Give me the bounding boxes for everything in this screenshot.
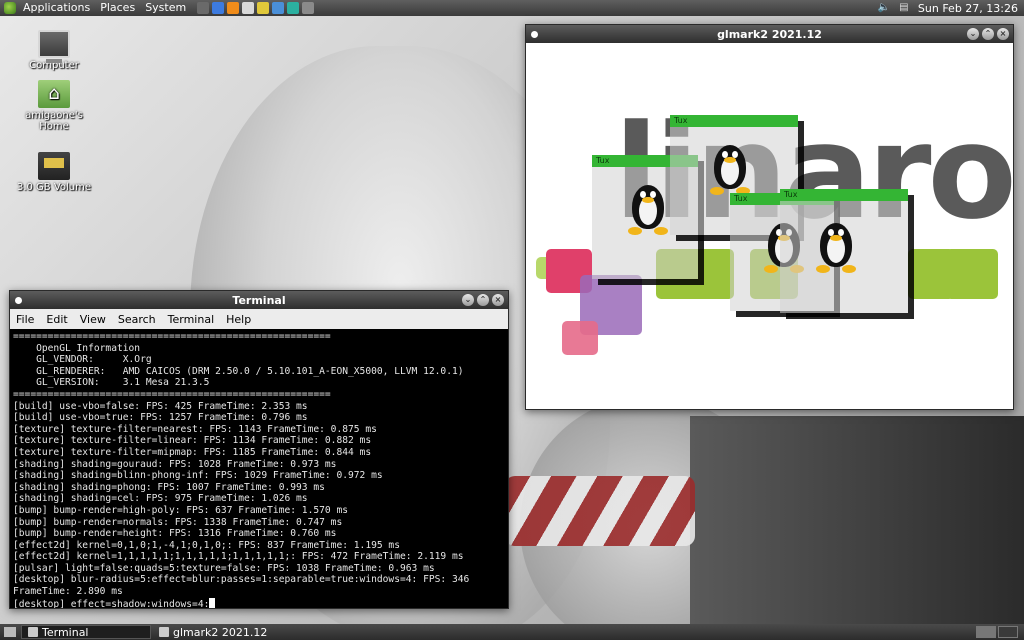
menu-view[interactable]: View [74,313,112,326]
terminal-titlebar[interactable]: Terminal ⌄ ⌃ × [10,291,508,309]
tux-box: Tux [780,189,908,313]
menu-terminal[interactable]: Terminal [162,313,221,326]
terminal-line: [bump] bump-render=height: FPS: 1316 Fra… [13,528,337,540]
logo-square [562,321,598,355]
menu-file[interactable]: File [10,313,40,326]
workspace-2[interactable] [998,626,1018,638]
drive-icon [38,152,70,180]
prompt-text: [desktop] effect=shadow:windows=4: [13,598,210,608]
system-tray: 🔈 ▤ Sun Feb 27, 13:26 [878,2,1024,15]
render-canvas[interactable]: linaro Tux Tux Tux Tux [526,43,1013,409]
maximize-icon[interactable]: ⌃ [982,28,994,40]
show-desktop-icon[interactable] [4,627,16,637]
taskbar-item-label: Terminal [42,625,89,639]
network-icon[interactable]: ▤ [898,2,910,14]
desktop-icon-computer[interactable]: Computer [14,30,94,71]
chrome-launcher-icon[interactable] [257,2,270,14]
terminal-prompt-line[interactable]: [desktop] effect=shadow:windows=4: [13,597,505,608]
browser-launcher-icon[interactable] [212,2,225,14]
terminal-line: ========================================… [13,331,331,342]
minimize-icon[interactable]: ⌄ [967,28,979,40]
mail-launcher-icon[interactable] [242,2,255,14]
terminal-line: [effect2d] kernel=1,1,1,1,1;1,1,1,1,1;1,… [13,551,464,563]
glmark-titlebar[interactable]: glmark2 2021.12 ⌄ ⌃ × [526,25,1013,43]
terminal-line: [build] use-vbo=true: FPS: 1257 FrameTim… [13,412,308,424]
glmark-window[interactable]: glmark2 2021.12 ⌄ ⌃ × linaro Tux Tux Tux… [525,24,1014,410]
vlc-launcher-icon[interactable] [227,2,240,14]
workspace-1[interactable] [976,626,996,638]
volume-icon[interactable]: 🔈 [878,2,890,14]
terminal-line: ========================================… [13,388,331,400]
window-icon [159,627,169,637]
home-folder-icon [38,80,70,108]
window-menu-icon[interactable] [15,296,22,304]
terminal-line: GL_VENDOR: X.Org [13,354,152,366]
window-title: glmark2 2021.12 [717,27,822,41]
desktop-icon-label: 3.0 GB Volume [16,182,92,193]
terminal-line: [texture] texture-filter=mipmap: FPS: 11… [13,446,372,458]
distro-logo-icon[interactable] [4,2,16,14]
terminal-line: [bump] bump-render=normals: FPS: 1338 Fr… [13,516,343,528]
places-menu[interactable]: Places [95,0,140,16]
terminal-line: [texture] texture-filter=linear: FPS: 11… [13,435,372,447]
terminal-line: [pulsar] light=false:quads=5:texture=fal… [13,562,435,574]
desktop-icon-home[interactable]: amigaone's Home [14,80,94,132]
taskbar-item-terminal[interactable]: Terminal [21,625,151,639]
tux-box-label: Tux [780,189,908,201]
workspace-switcher[interactable] [976,626,1024,638]
terminal-icon [28,627,38,637]
clock[interactable]: Sun Feb 27, 13:26 [918,2,1018,15]
window-title: Terminal [232,293,286,307]
terminal-menubar: File Edit View Search Terminal Help [10,309,508,329]
menu-help[interactable]: Help [220,313,257,326]
terminal-line: [desktop] blur-radius=5:effect=blur:pass… [13,574,470,586]
tux-icon [628,179,668,235]
terminal-line: [build] use-vbo=false: FPS: 425 FrameTim… [13,400,308,412]
close-icon[interactable]: × [997,28,1009,40]
tux-box-label: Tux [670,115,798,127]
terminal-line: OpenGL Information [13,342,141,354]
terminal-launcher-icon[interactable] [197,2,210,14]
top-panel: Applications Places System 🔈 ▤ Sun Feb 2… [0,0,1024,16]
network-launcher-icon[interactable] [287,2,300,14]
system-menu[interactable]: System [140,0,191,16]
taskbar-item-glmark[interactable]: glmark2 2021.12 [153,625,283,639]
terminal-line: [shading] shading=phong: FPS: 1007 Frame… [13,481,325,493]
computer-icon [38,30,70,63]
terminal-line: [texture] texture-filter=nearest: FPS: 1… [13,423,377,435]
menu-search[interactable]: Search [112,313,162,326]
terminal-output[interactable]: ========================================… [10,329,508,608]
minimize-icon[interactable]: ⌄ [462,294,474,306]
taskbar-item-label: glmark2 2021.12 [173,625,268,639]
terminal-line: [shading] shading=blinn-phong-inf: FPS: … [13,470,383,482]
maximize-icon[interactable]: ⌃ [477,294,489,306]
desktop-icon-label: amigaone's Home [25,110,83,132]
settings-launcher-icon[interactable] [272,2,285,14]
wallpaper-shape [505,476,695,546]
wallpaper-shape [690,416,1024,624]
tux-icon [816,217,856,273]
launcher-bar [197,2,315,14]
terminal-line: FrameTime: 2.890 ms [13,586,123,598]
desktop-icon-volume[interactable]: 3.0 GB Volume [14,152,94,193]
terminal-line: GL_VERSION: 3.1 Mesa 21.3.5 [13,377,210,389]
window-menu-icon[interactable] [531,30,538,38]
applications-menu[interactable]: Applications [18,0,95,16]
terminal-line: [effect2d] kernel=0,1,0;1,-4,1;0,1,0;: F… [13,539,400,551]
terminal-line: GL_RENDERER: AMD CAICOS (DRM 2.50.0 / 5.… [13,365,464,377]
photo-launcher-icon[interactable] [302,2,315,14]
text-cursor [209,597,216,608]
terminal-window[interactable]: Terminal ⌄ ⌃ × File Edit View Search Ter… [9,290,509,609]
close-icon[interactable]: × [492,294,504,306]
bottom-panel: Terminal glmark2 2021.12 [0,624,1024,640]
terminal-line: [shading] shading=gouraud: FPS: 1028 Fra… [13,458,337,470]
tux-icon [710,139,750,195]
menu-edit[interactable]: Edit [40,313,73,326]
logo-square [946,249,998,299]
terminal-line: [shading] shading=cel: FPS: 975 FrameTim… [13,493,308,505]
terminal-line: [bump] bump-render=high-poly: FPS: 637 F… [13,504,349,516]
